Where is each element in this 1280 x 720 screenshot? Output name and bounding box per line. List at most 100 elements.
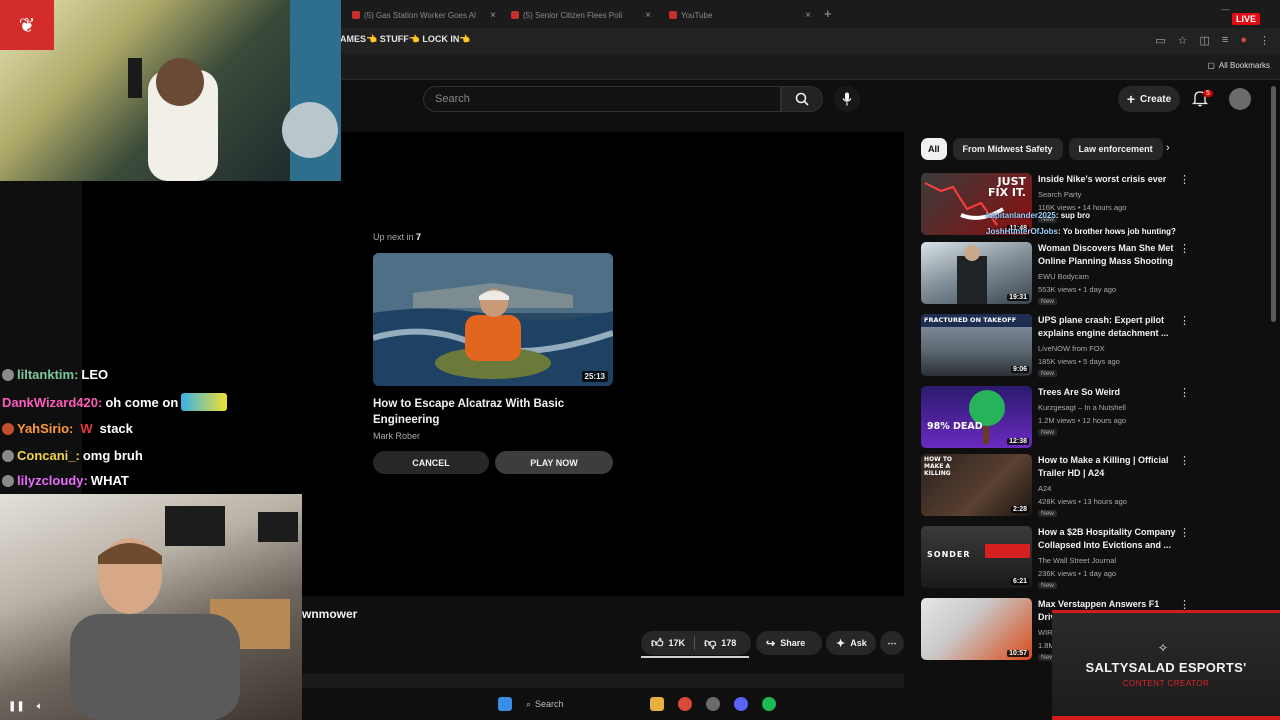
more-vertical-icon[interactable]: ⋮ <box>1179 314 1190 327</box>
recommendation-item[interactable]: SONDER 6:21 How a $2B Hospitality Compan… <box>921 526 1190 590</box>
media-icon[interactable]: ≡ <box>1222 34 1228 47</box>
recommendation-title[interactable]: Inside Nike's worst crisis ever <box>1038 173 1178 186</box>
recommendation-thumbnail[interactable]: 98% DEAD 12:38 <box>921 386 1032 448</box>
chip-all[interactable]: All <box>921 138 947 160</box>
recommendation-channel[interactable]: A24 <box>1038 484 1051 493</box>
up-next-channel[interactable]: Mark Rober <box>373 431 420 441</box>
recommendation-channel[interactable]: LiveNOW from FOX <box>1038 344 1105 353</box>
up-next-thumbnail[interactable]: 25:13 <box>373 253 613 386</box>
recommendation-channel[interactable]: Search Party <box>1038 190 1081 199</box>
recommendation-title[interactable]: Woman Discovers Man She Met Online Plann… <box>1038 242 1178 268</box>
recommendation-channel[interactable]: Kurzgesagt – In a Nutshell <box>1038 403 1126 412</box>
pause-icon[interactable]: ❚❚ <box>8 701 25 712</box>
recommendation-title[interactable]: UPS plane crash: Expert pilot explains e… <box>1038 314 1178 340</box>
thumbnail-caption: SONDER <box>927 550 971 559</box>
chat-username: YahSirio: <box>17 421 74 436</box>
chat-text: LEO <box>81 367 109 382</box>
recommendation-thumbnail[interactable]: JUST FIX IT. 11:48 <box>921 173 1032 235</box>
duration-badge: 9:06 <box>1010 366 1029 373</box>
close-tab-icon[interactable]: × <box>490 10 496 21</box>
browser-tab[interactable]: (5) Senior Citizen Flees Poli × <box>511 6 651 24</box>
recommendation-item[interactable]: FRACTURED ON TAKEOFF 9:06 UPS plane cras… <box>921 314 1190 378</box>
file-explorer-icon[interactable] <box>650 697 664 711</box>
chip-from-channel[interactable]: From Midwest Safety <box>952 138 1063 160</box>
divider <box>694 636 696 650</box>
star-icon[interactable]: ☆ <box>1178 34 1188 47</box>
windows-start-icon[interactable] <box>498 697 512 711</box>
recommendation-thumbnail[interactable]: FRACTURED ON TAKEOFF 9:06 <box>921 314 1032 376</box>
youtube-favicon-icon <box>511 11 519 19</box>
cast-icon[interactable]: ▭ <box>1155 34 1165 47</box>
player-controls: ❚❚ 🔈︎ <box>8 701 43 712</box>
up-next-title[interactable]: How to Escape Alcatraz With Basic Engine… <box>373 396 593 428</box>
more-vertical-icon[interactable]: ⋮ <box>1179 173 1190 186</box>
share-button[interactable]: ↪ Share <box>756 631 822 655</box>
discord-icon[interactable] <box>734 697 748 711</box>
page-scrollbar[interactable] <box>1271 86 1276 322</box>
cancel-autoplay-button[interactable]: CANCEL <box>373 451 489 474</box>
tab-label: (5) Senior Citizen Flees Poli <box>523 10 623 20</box>
tab-label: YouTube <box>681 10 713 20</box>
close-tab-icon[interactable]: × <box>805 10 811 21</box>
account-avatar[interactable] <box>1229 88 1251 110</box>
chat-text: WHAT <box>90 473 129 488</box>
share-icon: ↪ <box>766 637 776 650</box>
close-tab-icon[interactable]: × <box>645 10 651 21</box>
search-button[interactable] <box>781 86 823 112</box>
new-badge: New <box>1038 370 1058 377</box>
chat-message: liltanktim: LEO <box>2 367 108 382</box>
filter-chips: All From Midwest Safety Law enforcement <box>921 138 1163 160</box>
sponsor-subtitle: CONTENT CREATOR <box>1122 679 1210 688</box>
more-vertical-icon[interactable]: ⋮ <box>1179 386 1190 399</box>
recommendation-thumbnail[interactable]: 19:31 <box>921 242 1032 304</box>
chrome-icon[interactable] <box>678 697 692 711</box>
browser-tab-active[interactable]: YouTube × <box>669 6 811 24</box>
more-actions-button[interactable]: ⋯ <box>880 631 904 655</box>
more-vertical-icon[interactable]: ⋮ <box>1179 242 1190 255</box>
like-dislike-button[interactable]: 👍︎ 17K 👎︎ 178 <box>641 631 751 655</box>
taskbar-search[interactable]: ⌕ Search <box>526 699 636 710</box>
recommendation-item[interactable]: 19:31 Woman Discovers Man She Met Online… <box>921 242 1190 306</box>
thumbs-down-icon[interactable]: 👎︎ <box>704 636 716 651</box>
thumbs-up-icon[interactable]: 👍︎ <box>651 636 664 651</box>
address-bar-icons: ▭ ☆ ◫ ≡ ● ⋮ <box>1155 34 1270 47</box>
description-box[interactable] <box>302 674 904 688</box>
play-now-button[interactable]: PLAY NOW <box>495 451 613 474</box>
chat-username: Concani_: <box>17 448 80 463</box>
search-input[interactable]: Search <box>423 86 781 112</box>
live-badge: LIVE <box>1231 13 1260 25</box>
recommendation-channel[interactable]: The Wall Street Journal <box>1038 556 1116 565</box>
menu-icon[interactable]: ⋮ <box>1259 34 1270 47</box>
recommendation-thumbnail[interactable]: HOW TO MAKE A KILLING 2:28 <box>921 454 1032 516</box>
thumbnail-caption: HOW TO MAKE A KILLING <box>924 456 953 477</box>
recommendation-title[interactable]: Trees Are So Weird <box>1038 386 1178 399</box>
recommendation-meta: 553K views • 1 day ago <box>1038 285 1117 294</box>
recommendation-channel[interactable]: WIR <box>1038 628 1053 637</box>
chip-law-enforcement[interactable]: Law enforcement <box>1068 138 1163 160</box>
voice-search-button[interactable] <box>834 86 860 112</box>
profile-icon[interactable]: ● <box>1240 34 1247 47</box>
spotify-icon[interactable] <box>762 697 776 711</box>
more-vertical-icon[interactable]: ⋮ <box>1179 454 1190 467</box>
minimize-icon[interactable]: — <box>1221 4 1230 14</box>
obs-icon[interactable] <box>706 697 720 711</box>
chat-message: YahSirio: W stack <box>2 421 133 436</box>
new-tab-button[interactable]: + <box>824 6 832 21</box>
all-bookmarks-button[interactable]: ▢ All Bookmarks <box>1207 61 1270 70</box>
create-button[interactable]: + Create <box>1118 86 1180 112</box>
chevron-right-icon[interactable]: › <box>1166 142 1170 154</box>
volume-icon[interactable]: 🔈︎ <box>37 701 43 712</box>
create-label: Create <box>1140 93 1172 105</box>
extensions-icon[interactable]: ◫ <box>1200 34 1210 47</box>
recommendation-title[interactable]: How to Make a Killing | Official Trailer… <box>1038 454 1178 480</box>
browser-tab[interactable]: (5) Gas Station Worker Goes Al × <box>352 6 496 24</box>
recommendation-thumbnail[interactable]: SONDER 6:21 <box>921 526 1032 588</box>
more-vertical-icon[interactable]: ⋮ <box>1179 526 1190 539</box>
recommendation-thumbnail[interactable]: 10:57 <box>921 598 1032 660</box>
recommendation-item[interactable]: HOW TO MAKE A KILLING 2:28 How to Make a… <box>921 454 1190 518</box>
recommendation-item[interactable]: 98% DEAD 12:38 Trees Are So Weird Kurzge… <box>921 386 1190 450</box>
recommendation-title[interactable]: How a $2B Hospitality Company Collapsed … <box>1038 526 1178 552</box>
ask-button[interactable]: ✦ Ask <box>826 631 876 655</box>
recommendation-channel[interactable]: EWU Bodycam <box>1038 272 1089 281</box>
notification-count-badge: 5 <box>1203 90 1213 97</box>
